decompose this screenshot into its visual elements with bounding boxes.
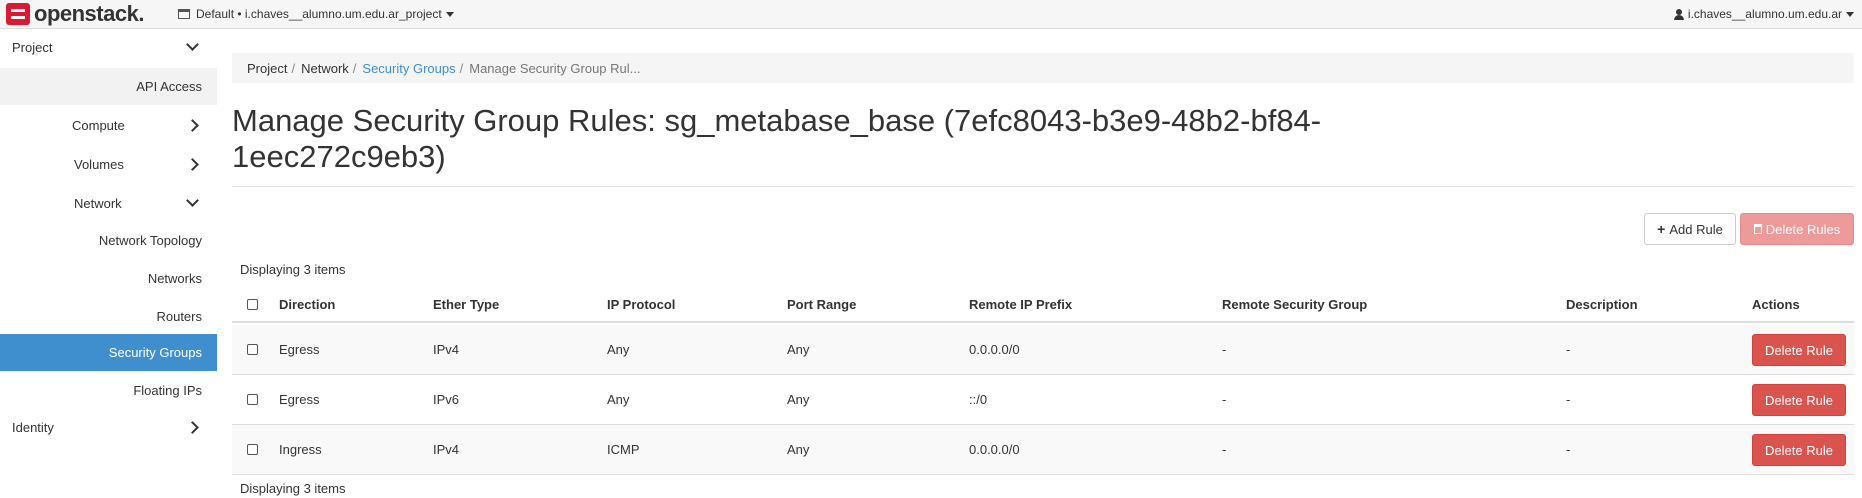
delete-rule-button[interactable]: Delete Rule (1752, 434, 1846, 466)
item-count-top: Displaying 3 items (240, 262, 346, 277)
sidebar-item-label: Volumes (74, 157, 124, 172)
cell-remote-security-group: - (1222, 392, 1227, 407)
cell-ether-type: IPv6 (433, 392, 460, 407)
sidebar-item-routers[interactable]: Routers (0, 298, 217, 335)
page-title: Manage Security Group Rules: sg_metabase… (232, 103, 1322, 174)
delete-rule-button[interactable]: Delete Rule (1752, 334, 1846, 366)
row-checkbox[interactable] (247, 444, 258, 455)
cell-port-range: Any (787, 342, 810, 357)
column-header-description[interactable]: Description (1566, 287, 1638, 321)
sidebar-item-network[interactable]: Network (0, 185, 217, 222)
item-count-bottom: Displaying 3 items (240, 481, 346, 496)
breadcrumb-network: Network (301, 60, 349, 76)
cell-ether-type: IPv4 (433, 342, 460, 357)
cell-description: - (1566, 442, 1571, 457)
user-menu[interactable]: i.chaves__alumno.um.edu.ar (1673, 7, 1854, 21)
select-all-checkbox[interactable] (247, 298, 258, 310)
sidebar-item-label: Network Topology (98, 233, 202, 248)
cell-description: - (1566, 342, 1571, 357)
add-rule-button[interactable]: + Add Rule (1644, 213, 1736, 245)
cell-ip-protocol: ICMP (607, 442, 640, 457)
cell-description: - (1566, 392, 1571, 407)
project-icon (178, 9, 190, 19)
user-menu-label: i.chaves__alumno.um.edu.ar (1687, 7, 1842, 21)
cell-remote-ip-prefix: 0.0.0.0/0 (969, 442, 1020, 457)
project-selector-label: Default • i.chaves__alumno.um.edu.ar_pro… (196, 7, 442, 21)
table-row: Egress IPv6 Any Any ::/0 - - Delete Rule (232, 375, 1854, 425)
chevron-down-icon (186, 194, 199, 207)
cell-ip-protocol: Any (607, 342, 630, 357)
table-row: Egress IPv4 Any Any 0.0.0.0/0 - - Delete… (232, 325, 1854, 375)
chevron-right-icon (186, 158, 199, 171)
chevron-down-icon (186, 38, 199, 51)
column-header-remote-security-group[interactable]: Remote Security Group (1222, 287, 1367, 321)
sidebar-item-floating-ips[interactable]: Floating IPs (0, 372, 217, 409)
cell-port-range: Any (787, 392, 810, 407)
sidebar-item-networks[interactable]: Networks (0, 260, 217, 297)
sidebar-item-label: Networks (147, 271, 202, 286)
row-checkbox[interactable] (247, 394, 258, 405)
column-header-remote-ip-prefix[interactable]: Remote IP Prefix (969, 287, 1072, 321)
sidebar-item-label: Identity (12, 420, 54, 435)
table-row: Ingress IPv4 ICMP Any 0.0.0.0/0 - - Dele… (232, 425, 1854, 475)
project-selector[interactable]: Default • i.chaves__alumno.um.edu.ar_pro… (178, 7, 454, 21)
sidebar: Project API Access Compute Volumes Netwo… (0, 29, 217, 498)
sidebar-item-label: Network (74, 196, 122, 211)
brand-name: openstack. (34, 1, 144, 26)
openstack-logo-icon (6, 3, 30, 25)
divider (232, 186, 1854, 187)
add-rule-label: Add Rule (1669, 221, 1723, 237)
sidebar-item-compute[interactable]: Compute (0, 107, 217, 144)
cell-direction: Egress (279, 392, 320, 407)
cell-remote-ip-prefix: ::/0 (969, 392, 988, 407)
cell-port-range: Any (787, 442, 810, 457)
column-header-direction[interactable]: Direction (279, 287, 335, 321)
sidebar-item-label: Security Groups (108, 345, 202, 360)
delete-rules-button[interactable]: Delete Rules (1740, 213, 1854, 245)
sidebar-item-project[interactable]: Project (0, 29, 217, 66)
sidebar-item-label: Floating IPs (133, 383, 202, 398)
delete-rule-button[interactable]: Delete Rule (1752, 384, 1846, 416)
sidebar-item-network-topology[interactable]: Network Topology (0, 222, 217, 259)
user-icon (1673, 8, 1684, 20)
cell-remote-ip-prefix: 0.0.0.0/0 (969, 342, 1020, 357)
cell-direction: Ingress (279, 442, 322, 457)
cell-remote-security-group: - (1222, 342, 1227, 357)
cell-ether-type: IPv4 (433, 442, 460, 457)
top-navbar: openstack. Default • i.chaves__alumno.um… (0, 0, 1862, 29)
trash-icon (1753, 224, 1762, 234)
table-header: Direction Ether Type IP Protocol Port Ra… (232, 287, 1854, 323)
cell-direction: Egress (279, 342, 320, 357)
column-header-port-range[interactable]: Port Range (787, 287, 856, 321)
chevron-right-icon (186, 421, 199, 434)
caret-down-icon (445, 11, 454, 17)
caret-down-icon (1846, 11, 1854, 17)
sidebar-item-security-groups[interactable]: Security Groups (0, 334, 217, 371)
delete-rules-label: Delete Rules (1765, 221, 1841, 237)
sidebar-item-label: Project (12, 40, 53, 55)
openstack-logo[interactable]: openstack. (6, 3, 144, 25)
column-header-ether-type[interactable]: Ether Type (433, 287, 499, 321)
sidebar-item-label: API Access (136, 79, 202, 94)
breadcrumb-current: Manage Security Group Rul... (469, 60, 641, 76)
column-header-actions: Actions (1752, 296, 1800, 312)
sidebar-item-api-access[interactable]: API Access (0, 68, 217, 105)
breadcrumb: Project / Network / Security Groups / Manag… (232, 53, 1854, 83)
sidebar-item-label: Compute (72, 118, 125, 133)
sidebar-item-volumes[interactable]: Volumes (0, 146, 217, 183)
breadcrumb-security-groups[interactable]: Security Groups (362, 61, 455, 76)
plus-icon: + (1657, 221, 1666, 237)
sidebar-item-label: Routers (156, 309, 202, 324)
row-checkbox[interactable] (247, 344, 258, 355)
sidebar-item-identity[interactable]: Identity (0, 409, 217, 446)
column-header-ip-protocol[interactable]: IP Protocol (607, 287, 675, 321)
cell-ip-protocol: Any (607, 392, 630, 407)
chevron-right-icon (186, 119, 199, 132)
breadcrumb-project: Project (247, 60, 288, 76)
cell-remote-security-group: - (1222, 442, 1227, 457)
